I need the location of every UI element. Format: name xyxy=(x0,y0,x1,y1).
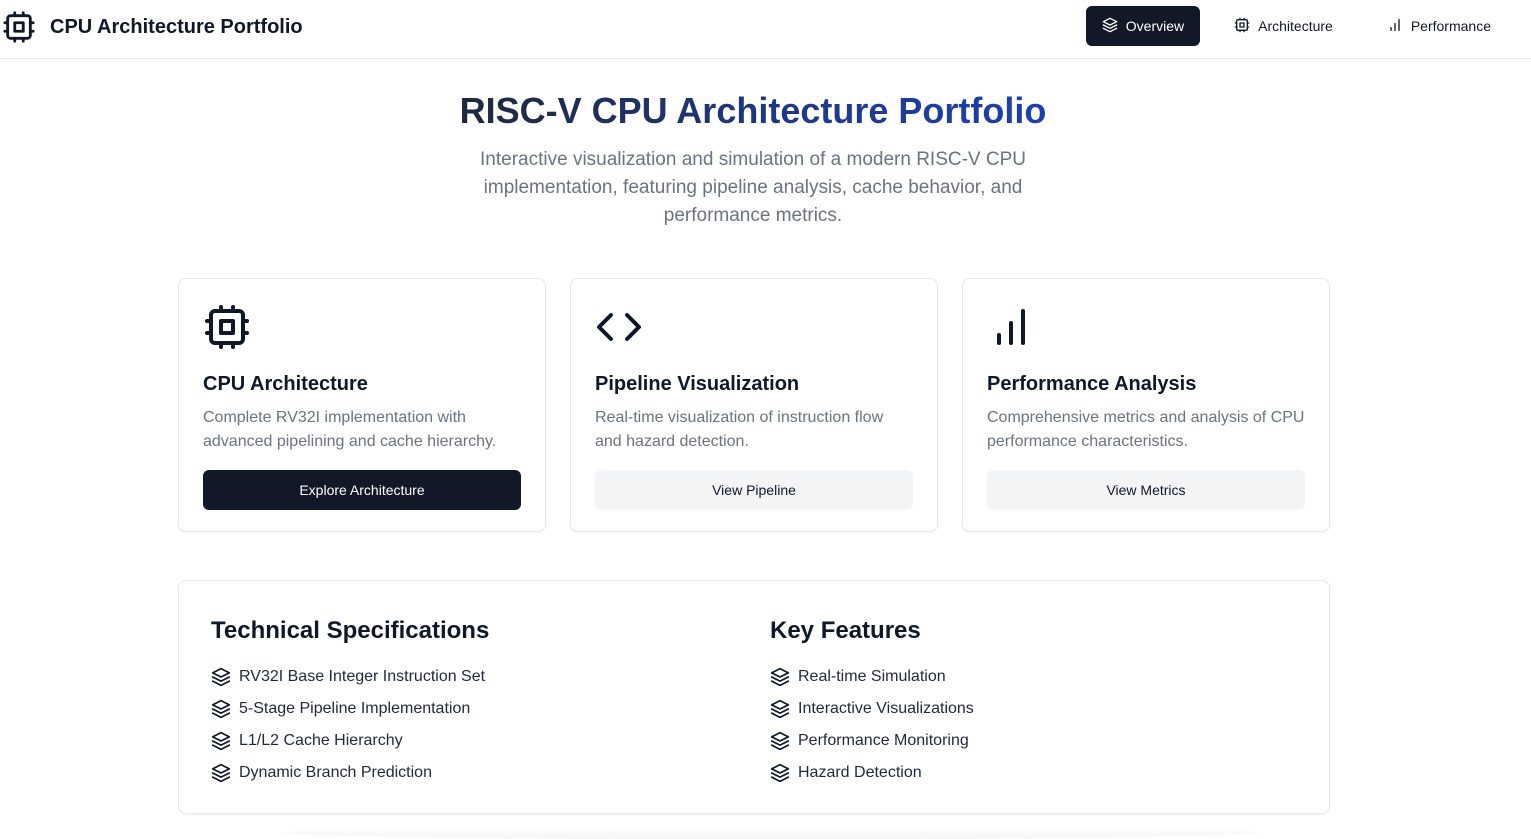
nav-architecture-label: Architecture xyxy=(1258,18,1333,34)
code-icon xyxy=(595,303,643,351)
list-item: Hazard Detection xyxy=(770,757,974,789)
list-item-label: RV32I Base Integer Instruction Set xyxy=(239,668,486,685)
layers-icon xyxy=(770,667,790,687)
bar-chart-icon xyxy=(1387,17,1403,36)
bar-chart-icon xyxy=(987,303,1035,351)
list-item: 5-Stage Pipeline Implementation xyxy=(211,693,489,725)
key-features: Key Features Real-time Simulation Intera… xyxy=(770,617,974,789)
list-item-label: Real-time Simulation xyxy=(798,668,946,685)
list-item-label: Dynamic Branch Prediction xyxy=(239,764,432,781)
card-description: Comprehensive metrics and analysis of CP… xyxy=(987,409,1305,450)
hero-subtitle: Interactive visualization and simulation… xyxy=(480,149,1026,226)
list-item: Performance Monitoring xyxy=(770,725,974,757)
layers-icon xyxy=(211,667,231,687)
list-item-label: Interactive Visualizations xyxy=(798,700,974,717)
section-title: Key Features xyxy=(770,617,921,644)
feature-cards: CPU Architecture Complete RV32I implemen… xyxy=(178,278,1330,532)
card-title: Pipeline Visualization xyxy=(595,373,800,395)
main-nav: Overview Architecture Performance xyxy=(1085,6,1511,46)
cpu-icon xyxy=(1234,17,1250,36)
cpu-icon xyxy=(0,8,38,46)
layers-icon xyxy=(770,731,790,751)
layers-icon xyxy=(770,699,790,719)
technical-specifications: Technical Specifications RV32I Base Inte… xyxy=(211,617,489,789)
list-item: Interactive Visualizations xyxy=(770,693,974,725)
page-title: RISC-V CPU Architecture Portfolio xyxy=(460,88,1047,134)
layers-icon xyxy=(1102,17,1118,36)
card-title: Performance Analysis xyxy=(987,373,1197,395)
card-cpu-architecture: CPU Architecture Complete RV32I implemen… xyxy=(178,278,546,532)
list-item-label: Performance Monitoring xyxy=(798,732,969,749)
nav-overview-label: Overview xyxy=(1125,18,1185,34)
nav-performance[interactable]: Performance xyxy=(1367,6,1511,46)
top-navbar: CPU Architecture Portfolio Overview Arch… xyxy=(0,0,1531,59)
nav-architecture[interactable]: Architecture xyxy=(1214,6,1353,46)
card-pipeline-visualization: Pipeline Visualization Real-time visuali… xyxy=(570,278,938,532)
specs-list: RV32I Base Integer Instruction Set 5-Sta… xyxy=(211,661,489,789)
layers-icon xyxy=(211,731,231,751)
section-title: Technical Specifications xyxy=(211,617,490,644)
list-item: RV32I Base Integer Instruction Set xyxy=(211,661,489,693)
bottom-shadow xyxy=(280,826,1260,839)
card-description: Real-time visualization of instruction f… xyxy=(595,409,884,450)
card-description: Complete RV32I implementation with advan… xyxy=(203,409,497,450)
app-title: CPU Architecture Portfolio xyxy=(50,15,303,38)
card-performance-analysis: Performance Analysis Comprehensive metri… xyxy=(962,278,1330,532)
view-metrics-button[interactable]: View Metrics xyxy=(987,470,1305,510)
list-item-label: 5-Stage Pipeline Implementation xyxy=(239,700,471,717)
cpu-icon xyxy=(203,303,251,351)
list-item-label: L1/L2 Cache Hierarchy xyxy=(239,732,403,749)
nav-performance-label: Performance xyxy=(1410,18,1491,34)
nav-overview[interactable]: Overview xyxy=(1085,6,1201,46)
list-item: Real-time Simulation xyxy=(770,661,974,693)
list-item: Dynamic Branch Prediction xyxy=(211,757,489,789)
specs-panel: Technical Specifications RV32I Base Inte… xyxy=(178,580,1330,814)
card-title: CPU Architecture xyxy=(203,373,368,395)
layers-icon xyxy=(211,699,231,719)
explore-architecture-button[interactable]: Explore Architecture xyxy=(203,470,521,510)
layers-icon xyxy=(770,763,790,783)
features-list: Real-time Simulation Interactive Visuali… xyxy=(770,661,974,789)
list-item-label: Hazard Detection xyxy=(798,764,922,781)
view-pipeline-button[interactable]: View Pipeline xyxy=(595,470,913,510)
layers-icon xyxy=(211,763,231,783)
brand[interactable]: CPU Architecture Portfolio xyxy=(0,8,303,46)
hero-section: RISC-V CPU Architecture Portfolio Intera… xyxy=(0,88,1506,230)
list-item: L1/L2 Cache Hierarchy xyxy=(211,725,489,757)
